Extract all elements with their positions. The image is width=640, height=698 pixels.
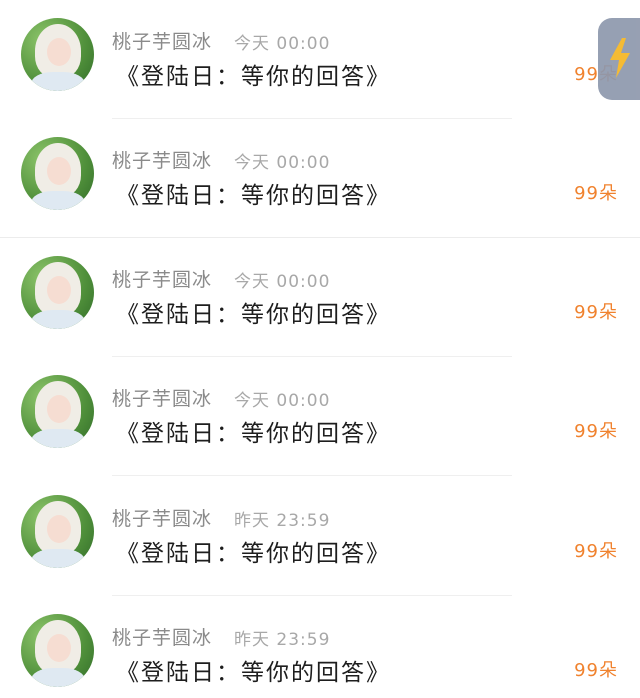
post-title[interactable]: 《登陆日：等你的回答》	[116, 653, 391, 687]
lightning-icon	[610, 38, 630, 78]
post-title[interactable]: 《登陆日：等你的回答》	[116, 534, 391, 568]
username[interactable]: 桃子芋圆冰	[112, 265, 212, 292]
list-item[interactable]: 桃子芋圆冰 今天 00:00 《登陆日：等你的回答》 99朵	[0, 357, 640, 476]
floating-action-button[interactable]	[598, 18, 640, 100]
flower-count: 99朵	[574, 302, 618, 323]
flower-count: 99朵	[574, 660, 618, 681]
message-list: 桃子芋圆冰 今天 00:00 《登陆日：等你的回答》 99朵 桃子芋圆冰 今天 …	[0, 0, 640, 698]
username[interactable]: 桃子芋圆冰	[112, 27, 212, 54]
username[interactable]: 桃子芋圆冰	[112, 623, 212, 650]
list-item[interactable]: 桃子芋圆冰 今天 00:00 《登陆日：等你的回答》 99朵	[0, 119, 640, 238]
post-title[interactable]: 《登陆日：等你的回答》	[116, 57, 391, 91]
list-item[interactable]: 桃子芋圆冰 今天 00:00 《登陆日：等你的回答》 99朵	[0, 238, 640, 357]
avatar[interactable]	[21, 614, 94, 687]
timestamp: 今天 00:00	[234, 34, 331, 54]
avatar[interactable]	[21, 375, 94, 448]
avatar-shirt	[31, 668, 85, 687]
timestamp: 今天 00:00	[234, 153, 331, 173]
avatar[interactable]	[21, 495, 94, 568]
avatar-shirt	[31, 72, 85, 91]
divider	[112, 475, 512, 476]
post-title[interactable]: 《登陆日：等你的回答》	[116, 414, 391, 448]
avatar-face	[47, 515, 71, 543]
list-item[interactable]: 桃子芋圆冰 今天 00:00 《登陆日：等你的回答》 99朵	[0, 0, 640, 119]
avatar-face	[47, 395, 71, 423]
timestamp: 今天 00:00	[234, 272, 331, 292]
timestamp: 今天 00:00	[234, 391, 331, 411]
flower-count: 99朵	[574, 183, 618, 204]
timestamp: 昨天 23:59	[234, 630, 331, 650]
username[interactable]: 桃子芋圆冰	[112, 504, 212, 531]
avatar[interactable]	[21, 256, 94, 329]
avatar[interactable]	[21, 137, 94, 210]
timestamp: 昨天 23:59	[234, 511, 331, 531]
list-item[interactable]: 桃子芋圆冰 昨天 23:59 《登陆日：等你的回答》 99朵	[0, 477, 640, 596]
list-item[interactable]: 桃子芋圆冰 昨天 23:59 《登陆日：等你的回答》 99朵	[0, 596, 640, 698]
avatar[interactable]	[21, 18, 94, 91]
post-title[interactable]: 《登陆日：等你的回答》	[116, 176, 391, 210]
avatar-shirt	[31, 191, 85, 210]
post-title[interactable]: 《登陆日：等你的回答》	[116, 295, 391, 329]
flower-count: 99朵	[574, 541, 618, 562]
avatar-shirt	[31, 429, 85, 448]
avatar-face	[47, 276, 71, 304]
flower-count: 99朵	[574, 421, 618, 442]
username[interactable]: 桃子芋圆冰	[112, 146, 212, 173]
avatar-shirt	[31, 549, 85, 568]
username[interactable]: 桃子芋圆冰	[112, 384, 212, 411]
avatar-face	[47, 38, 71, 66]
avatar-shirt	[31, 310, 85, 329]
avatar-face	[47, 157, 71, 185]
avatar-face	[47, 634, 71, 662]
